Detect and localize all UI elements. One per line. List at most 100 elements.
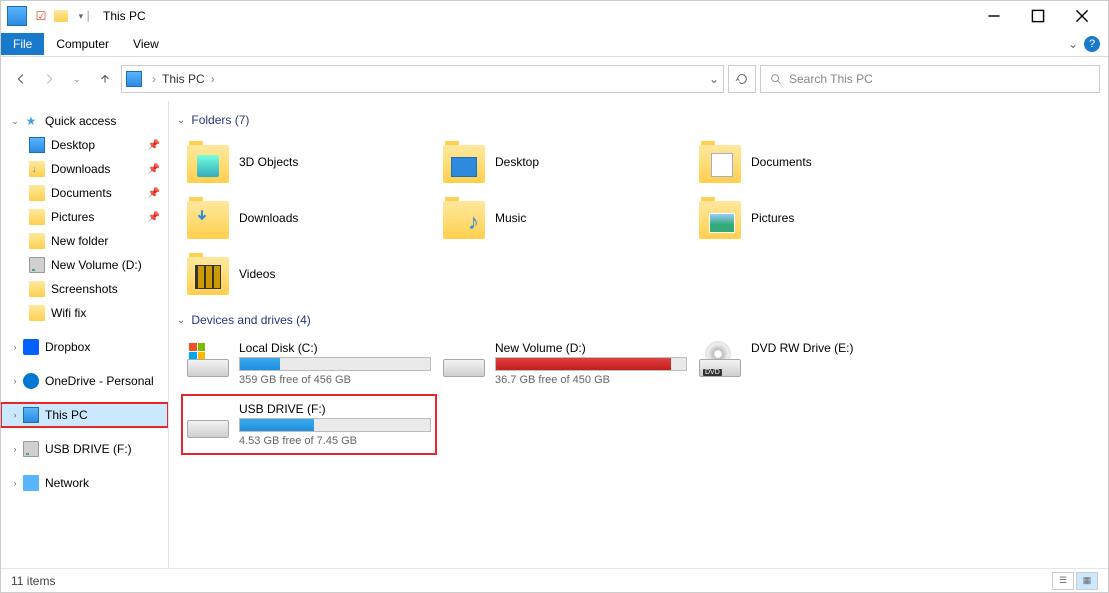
folder-icon — [29, 209, 45, 225]
minimize-button[interactable] — [972, 1, 1016, 31]
nav-label: USB DRIVE (F:) — [45, 442, 168, 456]
nav-network[interactable]: › Network — [1, 471, 168, 495]
nav-wifi-fix[interactable]: Wifi fix — [1, 301, 168, 325]
tab-view[interactable]: View — [121, 33, 171, 55]
main-pane: ⌄ Folders (7) 3D Objects Desktop Documen… — [169, 101, 1108, 568]
up-button[interactable] — [93, 67, 117, 91]
folder-downloads[interactable]: Downloads — [183, 191, 435, 245]
search-input[interactable]: Search This PC — [760, 65, 1100, 93]
nav-label: Dropbox — [45, 340, 168, 354]
address-input[interactable]: › This PC › ⌄ — [121, 65, 724, 93]
nav-onedrive[interactable]: › OneDrive - Personal — [1, 369, 168, 393]
breadcrumb-sep[interactable]: › — [152, 72, 156, 86]
folder-documents[interactable]: Documents — [695, 135, 947, 189]
search-icon — [769, 72, 783, 86]
folder-label: Videos — [239, 267, 275, 281]
view-tiles-button[interactable]: ▦ — [1076, 572, 1098, 590]
capacity-bar — [495, 357, 687, 371]
folder-label: 3D Objects — [239, 155, 298, 169]
chevron-right-icon[interactable]: › — [9, 342, 21, 352]
help-icon[interactable]: ? — [1084, 36, 1100, 52]
folders-grid: 3D Objects Desktop Documents Downloads ♪… — [177, 135, 1100, 301]
nav-documents[interactable]: Documents📌 — [1, 181, 168, 205]
drive-dvd-e[interactable]: DVD DVD RW Drive (E:) — [695, 335, 947, 392]
folder-icon — [187, 197, 229, 239]
drive-usb-f[interactable]: USB DRIVE (F:)4.53 GB free of 7.45 GB — [183, 396, 435, 453]
group-drives-header[interactable]: ⌄ Devices and drives (4) — [177, 309, 1100, 335]
nav-dropbox[interactable]: › Dropbox — [1, 335, 168, 359]
nav-label: Network — [45, 476, 168, 490]
nav-label: Documents — [51, 186, 146, 200]
folder-icon: ↓ — [29, 161, 45, 177]
network-icon — [23, 475, 39, 491]
nav-usb-drive[interactable]: › USB DRIVE (F:) — [1, 437, 168, 461]
chevron-right-icon[interactable]: › — [9, 410, 21, 420]
nav-quick-access[interactable]: ⌄ ★ Quick access — [1, 109, 168, 133]
nav-label: Screenshots — [51, 282, 168, 296]
search-placeholder: Search This PC — [789, 72, 873, 86]
nav-new-folder[interactable]: New folder — [1, 229, 168, 253]
drive-free: 4.53 GB free of 7.45 GB — [239, 435, 431, 447]
star-icon: ★ — [23, 113, 39, 129]
nav-new-volume[interactable]: New Volume (D:) — [1, 253, 168, 277]
chevron-right-icon[interactable]: › — [9, 478, 21, 488]
folder-icon — [29, 233, 45, 249]
monitor-icon — [29, 137, 45, 153]
group-title: Folders (7) — [191, 113, 249, 127]
folder-music[interactable]: ♪Music — [439, 191, 691, 245]
qat-properties-icon[interactable]: ☑ — [31, 6, 51, 26]
tab-file[interactable]: File — [1, 33, 44, 55]
qat-dropdown-icon[interactable]: ▾ │ — [75, 6, 95, 26]
nav-label: OneDrive - Personal — [45, 374, 168, 388]
folder-videos[interactable]: Videos — [183, 247, 435, 301]
pin-icon: 📌 — [148, 140, 168, 151]
back-button[interactable] — [9, 67, 33, 91]
folder-icon — [29, 305, 45, 321]
chevron-down-icon[interactable]: ⌄ — [9, 116, 21, 127]
folder-desktop[interactable]: Desktop — [439, 135, 691, 189]
nav-screenshots[interactable]: Screenshots — [1, 277, 168, 301]
folder-pictures[interactable]: Pictures — [695, 191, 947, 245]
pin-icon: 📌 — [148, 188, 168, 199]
capacity-bar — [239, 418, 431, 432]
ribbon-expand-icon[interactable]: ⌄ — [1062, 37, 1084, 51]
chevron-right-icon[interactable]: › — [9, 376, 21, 386]
drive-icon — [23, 441, 39, 457]
dvd-icon: DVD — [699, 341, 741, 377]
folder-icon: ♪ — [443, 197, 485, 239]
chevron-down-icon: ⌄ — [177, 115, 185, 126]
folder-icon — [443, 141, 485, 183]
folder-label: Documents — [751, 155, 812, 169]
nav-desktop[interactable]: Desktop📌 — [1, 133, 168, 157]
breadcrumb-sep[interactable]: › — [211, 72, 215, 86]
address-dropdown-icon[interactable]: ⌄ — [709, 72, 719, 86]
drive-local-c[interactable]: Local Disk (C:)359 GB free of 456 GB — [183, 335, 435, 392]
breadcrumb[interactable]: This PC — [162, 72, 205, 86]
quick-access-toolbar: ☑ ▾ │ — [5, 6, 95, 26]
qat-newfolder-icon[interactable] — [53, 6, 73, 26]
maximize-button[interactable] — [1016, 1, 1060, 31]
drive-icon — [443, 341, 485, 377]
nav-pictures[interactable]: Pictures📌 — [1, 205, 168, 229]
group-title: Devices and drives (4) — [191, 313, 310, 327]
recent-button[interactable]: ⌄ — [65, 67, 89, 91]
pin-icon: 📌 — [148, 164, 168, 175]
chevron-right-icon[interactable]: › — [9, 444, 21, 454]
drive-new-volume-d[interactable]: New Volume (D:)36.7 GB free of 450 GB — [439, 335, 691, 392]
drive-label: DVD RW Drive (E:) — [751, 341, 943, 357]
pin-icon: 📌 — [148, 212, 168, 223]
folder-icon — [187, 141, 229, 183]
refresh-button[interactable] — [728, 65, 756, 93]
folder-3d-objects[interactable]: 3D Objects — [183, 135, 435, 189]
group-folders-header[interactable]: ⌄ Folders (7) — [177, 109, 1100, 135]
forward-button[interactable] — [37, 67, 61, 91]
nav-downloads[interactable]: ↓Downloads📌 — [1, 157, 168, 181]
view-details-button[interactable]: ☰ — [1052, 572, 1074, 590]
ribbon: File Computer View ⌄ ? — [1, 31, 1108, 57]
pc-icon — [23, 407, 39, 423]
tab-computer[interactable]: Computer — [44, 33, 121, 55]
title-bar: ☑ ▾ │ This PC — [1, 1, 1108, 31]
close-button[interactable] — [1060, 1, 1104, 31]
nav-this-pc[interactable]: ›This PC — [1, 403, 168, 427]
drive-free: 36.7 GB free of 450 GB — [495, 374, 687, 386]
